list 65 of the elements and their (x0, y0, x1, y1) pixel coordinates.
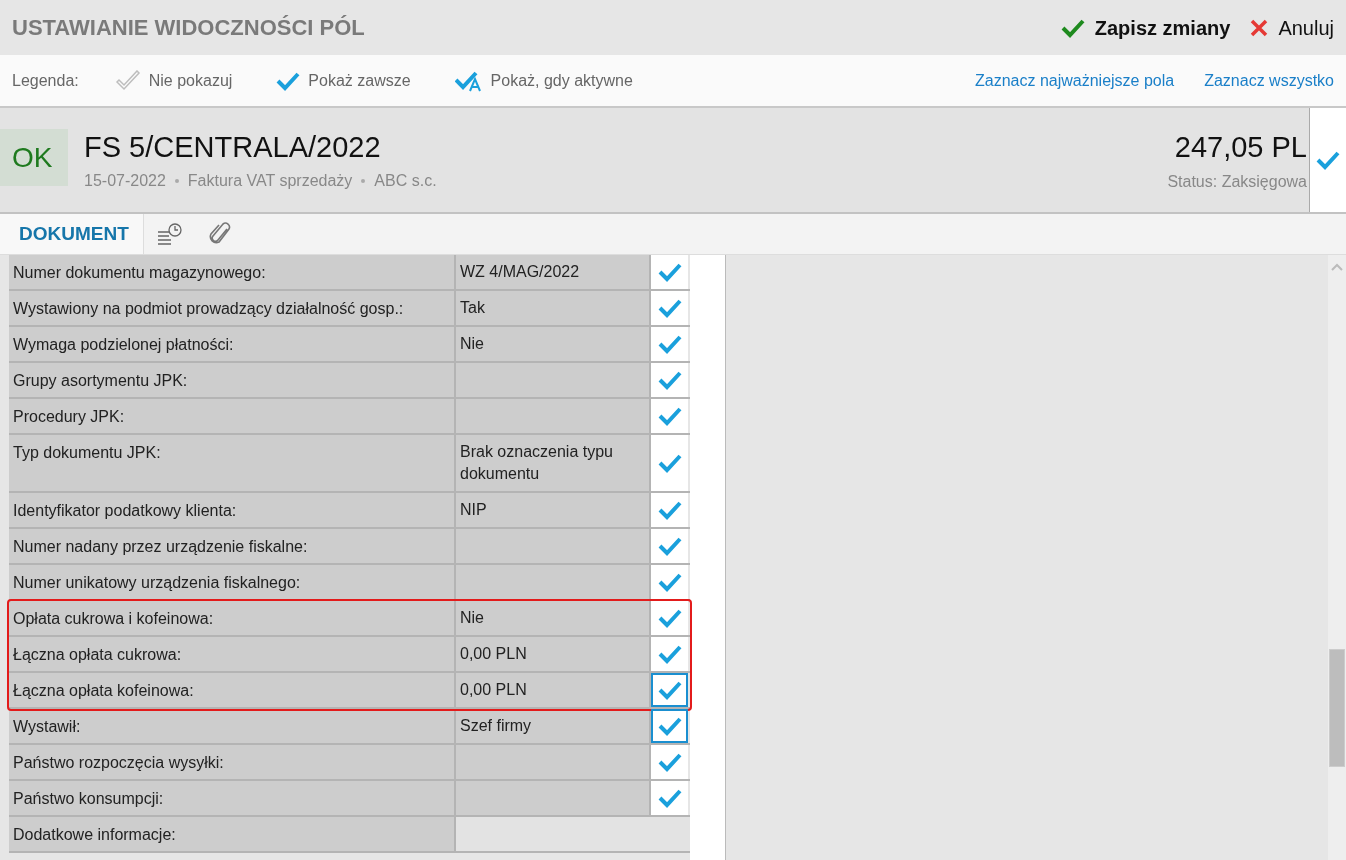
check-icon (1316, 150, 1340, 170)
check-icon (657, 406, 682, 426)
check-icon (657, 608, 682, 628)
legend-label: Legenda: (12, 70, 79, 91)
legend-text: Nie pokazuj (148, 70, 233, 91)
field-label: Numer nadany przez urządzenie fiskalne: (9, 529, 456, 563)
check-icon (1060, 17, 1085, 38)
check-icon (657, 453, 682, 473)
field-label: Procedury JPK: (9, 399, 456, 433)
legend-text: Pokaż, gdy aktywne (490, 70, 633, 91)
document-meta: 15-07-2022 (84, 171, 166, 191)
field-label: Identyfikator podatkowy klienta: (9, 493, 456, 527)
check-icon (657, 644, 682, 664)
save-button[interactable]: Zapisz zmiany (1060, 12, 1231, 43)
check-icon (657, 536, 682, 556)
list-clock-icon (156, 222, 183, 246)
check-icon (657, 680, 682, 700)
check-icon (657, 788, 682, 808)
document-status: Status: Zaksięgowa (1167, 172, 1307, 192)
field-value: Szef firmy (456, 709, 651, 743)
field-value: Tak (456, 291, 651, 325)
page-title: USTAWIANIE WIDOCZNOŚCI PÓL (12, 14, 365, 42)
scroll-up-icon[interactable] (1331, 263, 1343, 271)
field-value: 0,00 PLN (456, 673, 651, 707)
check-icon (657, 572, 682, 592)
field-label: Państwo rozpoczęcia wysyłki: (9, 745, 456, 779)
check-icon (657, 716, 682, 736)
document-meta: Faktura VAT sprzedaży (187, 171, 353, 191)
check-icon (657, 334, 682, 354)
scrollbar[interactable] (1328, 255, 1346, 860)
select-link[interactable]: Zaznacz wszystko (1204, 68, 1334, 93)
visibility-checkbox[interactable] (1309, 108, 1346, 212)
document-tab[interactable]: DOKUMENT (0, 214, 144, 254)
field-label: Grupy asortymentu JPK: (9, 363, 456, 397)
check-icon (657, 298, 682, 318)
document-amount: 247,05 PL (1174, 130, 1307, 165)
field-label: Łączna opłata cukrowa: (9, 637, 456, 671)
scrollbar-thumb[interactable] (1329, 649, 1345, 767)
field-label: Numer unikatowy urządzenia fiskalnego: (9, 565, 456, 599)
field-label: Łączna opłata kofeinowa: (9, 673, 456, 707)
field-value: WZ 4/MAG/2022 (456, 255, 651, 289)
status-badge: OK (0, 129, 68, 186)
field-label: Państwo konsumpcji: (9, 781, 456, 815)
field-label: Typ dokumentu JPK: (9, 435, 456, 491)
legend-text: Pokaż zawsze (308, 70, 411, 91)
field-value: NIP (456, 493, 651, 527)
field-value: 0,00 PLN (456, 637, 651, 671)
field-label: Numer dokumentu magazynowego: (9, 255, 456, 289)
field-value: Nie (456, 601, 651, 635)
document-number: FS 5/CENTRALA/2022 (84, 130, 382, 165)
field-value: Brak oznaczenia typu dokumentu (456, 435, 651, 491)
check-icon (657, 752, 682, 772)
field-label: Wystawił: (9, 709, 456, 743)
check-icon (657, 262, 682, 282)
check-icon (657, 370, 682, 390)
document-meta: ABC s.c. (374, 171, 437, 191)
field-label: Opłata cukrowa i kofeinowa: (9, 601, 456, 635)
check-icon (657, 500, 682, 520)
field-label: Wymaga podzielonej płatności: (9, 327, 456, 361)
field-label: Dodatkowe informacje: (9, 817, 456, 851)
cancel-button[interactable]: Anuluj (1250, 12, 1334, 43)
field-label: Wystawiony na podmiot prowadzący działalność gosp.: (9, 291, 456, 325)
close-icon (1250, 18, 1269, 37)
select-link[interactable]: Zaznacz najważniejsze pola (974, 68, 1175, 93)
field-value: Nie (456, 327, 651, 361)
